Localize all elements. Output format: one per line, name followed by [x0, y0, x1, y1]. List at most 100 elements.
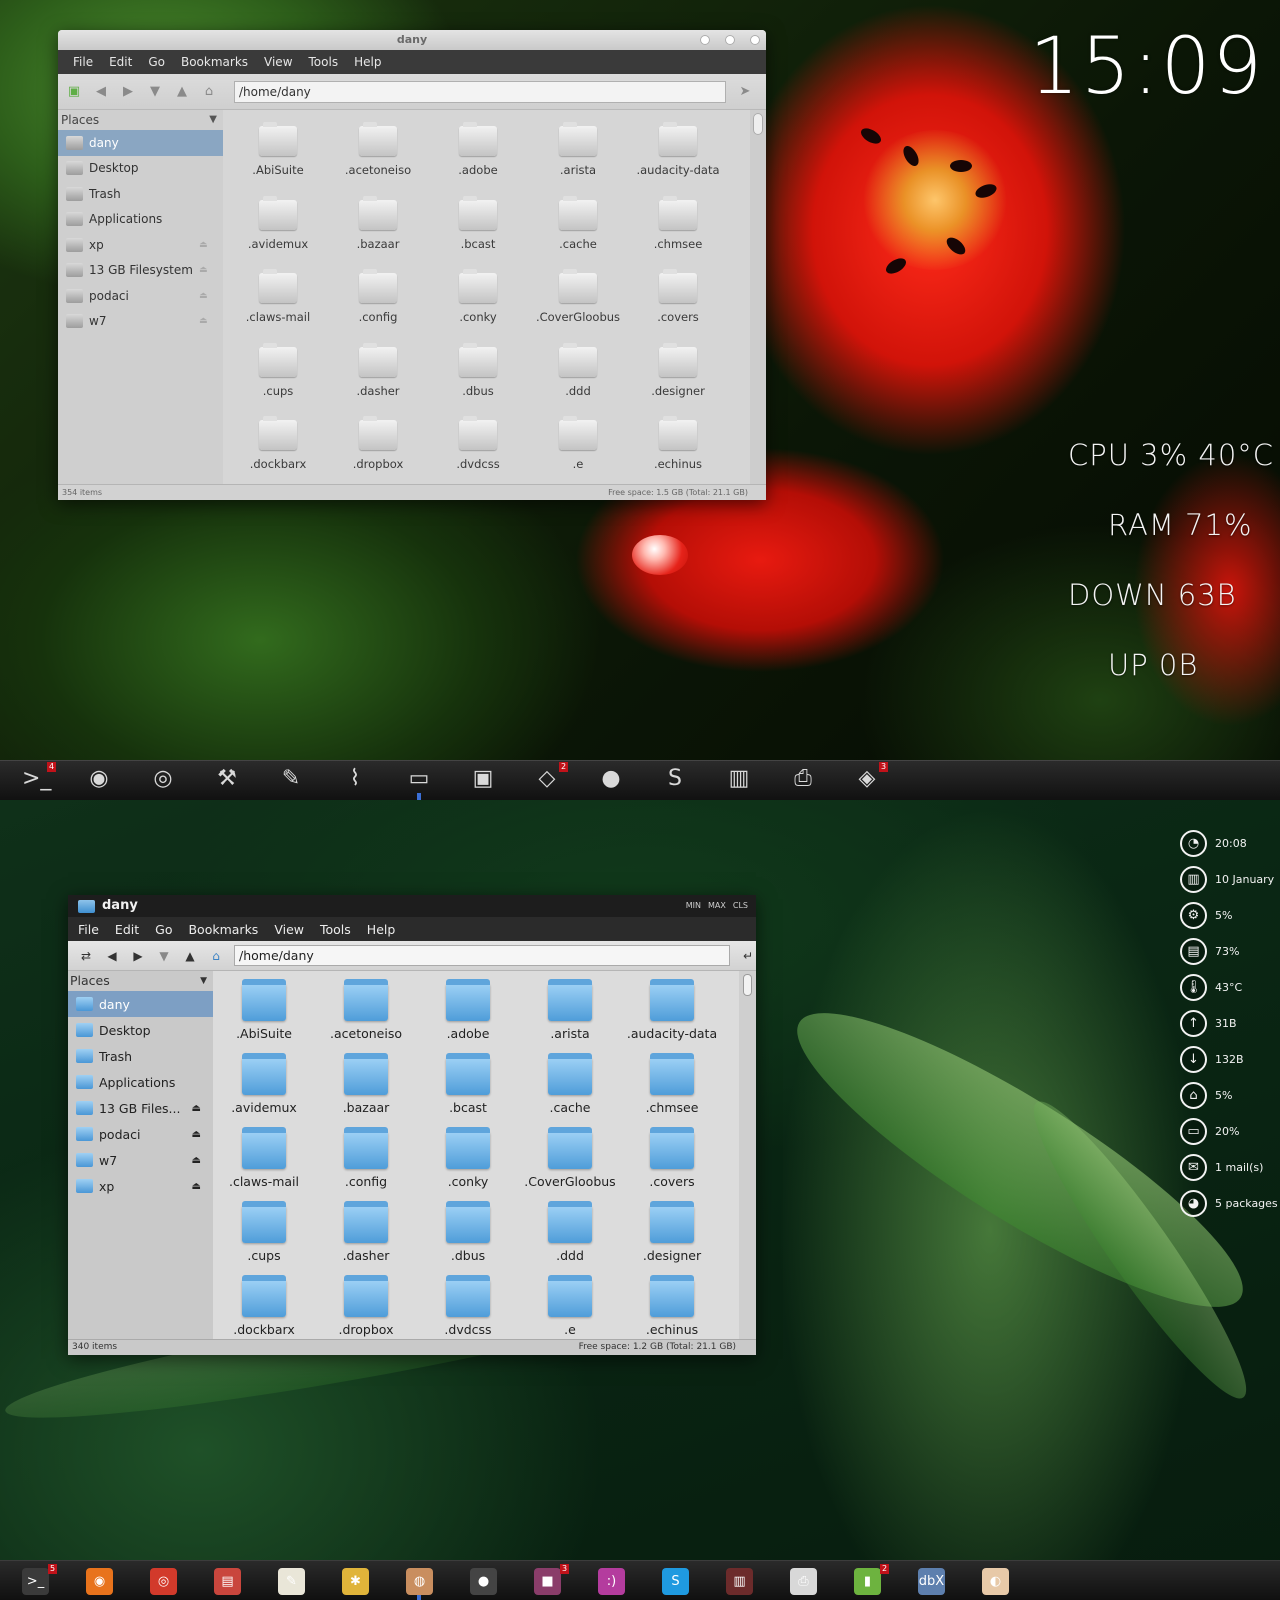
go-icon[interactable]: ↵ — [740, 948, 756, 964]
file-item[interactable]: .dvdcss — [417, 1275, 519, 1339]
file-item[interactable]: .bcast — [428, 195, 528, 272]
box-icon[interactable]: ■ 3 — [534, 1564, 569, 1595]
forward-icon[interactable]: ▶ — [130, 948, 146, 964]
places-header[interactable]: Places ▼ — [68, 971, 213, 991]
menu-edit[interactable]: Edit — [102, 55, 139, 69]
sidebar-item[interactable]: Desktop — [68, 1017, 213, 1043]
eject-icon[interactable]: ⏏ — [199, 316, 211, 326]
terminal-icon[interactable]: >_ 5 — [22, 1564, 57, 1595]
eye-icon[interactable]: ◐ — [982, 1568, 1009, 1595]
firefox-icon[interactable]: ◉ — [86, 1568, 113, 1595]
firefox-icon[interactable]: ◉ — [86, 766, 112, 792]
file-item[interactable]: .config — [328, 269, 428, 345]
terminal-icon[interactable]: >_ 4 — [22, 762, 56, 792]
go-icon[interactable]: ➤ — [737, 84, 753, 100]
home-icon[interactable]: ⌂ — [208, 948, 224, 964]
skype-icon[interactable]: S — [662, 1568, 689, 1595]
sidebar-item[interactable]: dany — [58, 130, 223, 156]
file-item[interactable]: .echinus — [621, 1275, 723, 1339]
file-item[interactable]: .dropbox — [328, 416, 428, 484]
dbx-icon[interactable]: dbX — [918, 1568, 945, 1595]
file-item[interactable]: .bcast — [417, 1053, 519, 1127]
sidebar-item[interactable]: Applications — [58, 207, 223, 233]
file-item[interactable]: .adobe — [417, 979, 519, 1053]
file-item[interactable]: .arista — [519, 979, 621, 1053]
sidebar-item[interactable]: podaci ⏏ — [58, 283, 223, 309]
tools-icon[interactable]: ⚒ — [214, 766, 240, 792]
sidebar-item[interactable]: Trash — [68, 1043, 213, 1069]
history-dropdown-icon[interactable]: ▼ — [147, 84, 163, 100]
chat-icon[interactable]: :) — [598, 1568, 625, 1595]
file-item[interactable]: .adobe — [428, 122, 528, 198]
file-item[interactable]: .bazaar — [328, 195, 428, 272]
new-tab-icon[interactable]: ⇄ — [78, 948, 94, 964]
places-header[interactable]: Places ▼ — [58, 110, 223, 130]
scrollbar-thumb[interactable] — [753, 113, 763, 135]
menu-edit[interactable]: Edit — [107, 922, 147, 937]
sidebar-item[interactable]: 13 GB Files... ⏏ — [68, 1095, 213, 1121]
file-item[interactable]: .chmsee — [628, 195, 728, 272]
menu-help[interactable]: Help — [359, 922, 404, 937]
file-item[interactable]: .AbiSuite — [228, 122, 328, 198]
eject-icon[interactable]: ⏏ — [192, 1181, 201, 1192]
menu-file[interactable]: File — [66, 55, 100, 69]
home-icon[interactable]: ⌂ — [201, 84, 217, 100]
sidebar-item[interactable]: 13 GB Filesystem ⏏ — [58, 258, 223, 284]
file-item[interactable]: .avidemux — [228, 195, 328, 272]
back-icon[interactable]: ◀ — [104, 948, 120, 964]
bird-icon[interactable]: ⌇ — [342, 766, 368, 792]
book-icon[interactable]: ▥ — [726, 1568, 753, 1595]
eject-icon[interactable]: ⏏ — [199, 291, 211, 301]
close-button[interactable]: CLS — [733, 895, 748, 917]
camera-icon[interactable]: ● — [470, 1568, 497, 1595]
file-item[interactable]: .e — [519, 1275, 621, 1339]
file-item[interactable]: .bazaar — [315, 1053, 417, 1127]
pencil-icon[interactable]: ✎ — [278, 766, 304, 792]
book-icon[interactable]: ▥ — [726, 766, 752, 792]
file-item[interactable]: .audacity-data — [621, 979, 723, 1053]
menu-go[interactable]: Go — [141, 55, 172, 69]
back-icon[interactable]: ◀ — [93, 84, 109, 100]
file-item[interactable]: .ddd — [528, 342, 628, 419]
menu-bookmarks[interactable]: Bookmarks — [174, 55, 255, 69]
sidebar-item[interactable]: w7 ⏏ — [68, 1147, 213, 1173]
file-item[interactable]: .cups — [213, 1201, 315, 1275]
text-editor-icon[interactable]: ✎ — [278, 1568, 305, 1595]
location-input[interactable]: /home/dany — [234, 945, 730, 966]
menu-file[interactable]: File — [70, 922, 107, 937]
file-item[interactable]: .dockbarx — [213, 1275, 315, 1339]
file-item[interactable]: .cache — [519, 1053, 621, 1127]
file-item[interactable]: .AbiSuite — [213, 979, 315, 1053]
sidebar-item[interactable]: w7 ⏏ — [58, 309, 223, 335]
file-item[interactable]: .dvdcss — [428, 416, 528, 484]
file-item[interactable]: .e — [528, 416, 628, 484]
title-bar[interactable]: dany MIN MAX CLS — [68, 895, 756, 917]
menu-go[interactable]: Go — [147, 922, 180, 937]
paint-icon[interactable]: ✱ — [342, 1568, 369, 1595]
file-item[interactable]: .designer — [621, 1201, 723, 1275]
menu-view[interactable]: View — [257, 55, 299, 69]
minimize-button[interactable] — [700, 35, 710, 45]
skype-icon[interactable]: S — [662, 766, 688, 792]
scanner-icon[interactable]: ⎙ — [790, 766, 816, 792]
file-item[interactable]: .config — [315, 1127, 417, 1201]
eject-icon[interactable]: ⏏ — [199, 240, 211, 250]
scrollbar-thumb[interactable] — [743, 974, 752, 996]
chrome-icon[interactable]: ◎ — [150, 766, 176, 792]
location-input[interactable]: /home/dany — [234, 80, 726, 103]
chrome-icon[interactable]: ◎ — [150, 1568, 177, 1595]
file-item[interactable]: .conky — [417, 1127, 519, 1201]
sidebar-item[interactable]: dany — [68, 991, 213, 1017]
sidebar-item[interactable]: xp ⏏ — [68, 1173, 213, 1199]
sidebar-item[interactable]: Trash — [58, 181, 223, 207]
scrollbar[interactable] — [750, 110, 766, 484]
file-item[interactable]: .CoverGloobus — [519, 1127, 621, 1201]
up-icon[interactable]: ▲ — [182, 948, 198, 964]
file-item[interactable]: .dbus — [417, 1201, 519, 1275]
sidebar-item[interactable]: podaci ⏏ — [68, 1121, 213, 1147]
file-item[interactable]: .covers — [621, 1127, 723, 1201]
menu-view[interactable]: View — [266, 922, 312, 937]
menu-tools[interactable]: Tools — [302, 55, 346, 69]
maximize-button[interactable]: MAX — [708, 895, 726, 917]
maximize-button[interactable] — [725, 35, 735, 45]
